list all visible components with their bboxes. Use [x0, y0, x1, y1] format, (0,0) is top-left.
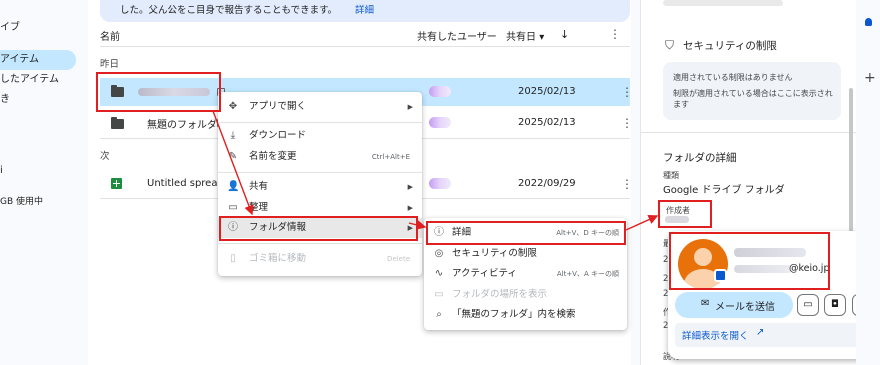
- info-banner: した。父ん公をこ目身で報告することもできます。 詳細: [100, 0, 630, 22]
- search-icon: ⌕: [436, 309, 442, 320]
- owner-avatar: [429, 117, 451, 128]
- section-yesterday: 昨日: [100, 59, 120, 70]
- trash-icon: ▯: [230, 253, 236, 264]
- mail-icon: ✉: [701, 298, 710, 309]
- more-options-icon[interactable]: ⋮: [609, 28, 621, 40]
- cut-off-text: [663, 0, 783, 6]
- banner-text: した。父ん公をこ目身で報告することもできます。: [120, 5, 338, 16]
- column-header-owner[interactable]: 共有したユーザー: [417, 28, 497, 43]
- activity-icon: ∿: [434, 268, 444, 279]
- security-restrictions-title: セキュリティの制限: [683, 40, 777, 52]
- divider: [641, 132, 856, 133]
- row-date: 2025/02/13: [518, 86, 576, 97]
- download-icon: ⤓: [230, 130, 236, 141]
- sort-direction-arrow-icon[interactable]: ↓: [560, 28, 569, 41]
- type-value: Google ドライブ フォルダ: [663, 185, 785, 196]
- sheets-icon: [111, 178, 122, 189]
- chat-icon[interactable]: ▭: [797, 294, 819, 316]
- open-details-row[interactable]: 詳細表示を開く ↗: [675, 323, 871, 347]
- highlight-box-creator: [658, 200, 712, 228]
- restrictions-none-text: 適用されている制限はありません: [673, 73, 793, 82]
- divider: [100, 46, 630, 47]
- scrollbar[interactable]: [631, 0, 640, 365]
- side-addon-strip: +: [856, 0, 880, 365]
- restrictions-box: 適用されている制限はありません 制限が適用されている場合はここに表示されます: [663, 62, 841, 120]
- share-icon: 👤: [227, 181, 240, 192]
- organize-icon: ▭: [228, 202, 238, 213]
- owner-avatar: [429, 86, 451, 97]
- folder-details-title: フォルダの詳細: [663, 152, 737, 164]
- menu-divider: [218, 243, 422, 244]
- folder-icon: ▭: [434, 289, 444, 300]
- submenu-item-activity[interactable]: ∿ アクティビティ Alt+V、A キーの順: [424, 264, 627, 284]
- column-header-name[interactable]: 名前: [100, 28, 120, 43]
- left-nav: イブ アイテム したアイテム き i GB 使用中: [0, 0, 88, 365]
- menu-item-download[interactable]: ⤓ ダウンロード: [218, 126, 422, 146]
- menu-item-organize[interactable]: ▭ 整理 ▶: [218, 198, 422, 218]
- highlight-box-folder: [96, 72, 221, 112]
- highlight-box-details: [426, 221, 626, 245]
- add-addon-icon[interactable]: +: [864, 70, 876, 86]
- nav-item-starred[interactable]: したアイテム: [0, 70, 76, 90]
- folder-icon: [111, 117, 124, 129]
- nav-item-shared[interactable]: アイテム: [0, 50, 76, 70]
- highlight-box-folder-info: [219, 216, 418, 241]
- submenu-item-security[interactable]: ◎ セキュリティの制限: [424, 244, 627, 264]
- security-icon: ◎: [434, 248, 444, 259]
- sort-chevron-icon: ▾: [539, 32, 545, 43]
- move-icon: ✥: [228, 101, 238, 112]
- owner-avatar: [429, 178, 451, 189]
- menu-item-share[interactable]: 👤 共有 ▶: [218, 177, 422, 197]
- submenu-item-show-location: ▭ フォルダの場所を表示: [424, 285, 627, 305]
- section-next: 次: [100, 151, 110, 162]
- row-date: 2025/02/13: [518, 117, 576, 128]
- row-date: 2022/09/29: [518, 178, 576, 189]
- context-menu: ✥ アプリで開く ▶ ⤓ ダウンロード ✎ 名前を変更 Ctrl+Alt+E 👤…: [218, 92, 422, 276]
- type-label: 種類: [663, 171, 679, 180]
- menu-item-open-with[interactable]: ✥ アプリで開く ▶: [218, 97, 422, 117]
- open-external-icon: ↗: [756, 327, 765, 338]
- submenu-arrow-icon: ▶: [407, 183, 413, 191]
- submenu-arrow-icon: ▶: [407, 204, 413, 212]
- restrictions-hint-text: 制限が適用されている場合はここに表示されます: [673, 89, 833, 109]
- highlight-box-profile: [669, 232, 830, 290]
- rename-icon: ✎: [228, 151, 238, 162]
- submenu-arrow-icon: ▶: [407, 103, 413, 111]
- contacts-icon[interactable]: [865, 18, 872, 26]
- menu-item-trash: ▯ ゴミ箱に移動 Delete: [218, 249, 422, 269]
- nav-item-trash[interactable]: き: [0, 90, 76, 110]
- storage-usage-text: GB 使用中: [0, 197, 44, 207]
- menu-item-rename[interactable]: ✎ 名前を変更 Ctrl+Alt+E: [218, 147, 422, 167]
- menu-divider: [218, 122, 422, 123]
- video-call-icon[interactable]: ◘: [824, 294, 846, 316]
- nav-item-storage[interactable]: i: [0, 161, 76, 181]
- nav-item-drive[interactable]: イブ: [0, 18, 76, 38]
- submenu-item-search-in-folder[interactable]: ⌕ 「無題のフォルダ」内を検索: [424, 305, 627, 325]
- column-header-date[interactable]: 共有日 ▾: [506, 28, 544, 43]
- menu-divider: [218, 172, 422, 173]
- send-email-button[interactable]: ✉ メールを送信: [675, 292, 793, 318]
- row-name: 無題のフォルダ: [147, 120, 217, 131]
- shield-icon: ⛉: [665, 38, 675, 52]
- banner-link[interactable]: 詳細: [355, 2, 374, 16]
